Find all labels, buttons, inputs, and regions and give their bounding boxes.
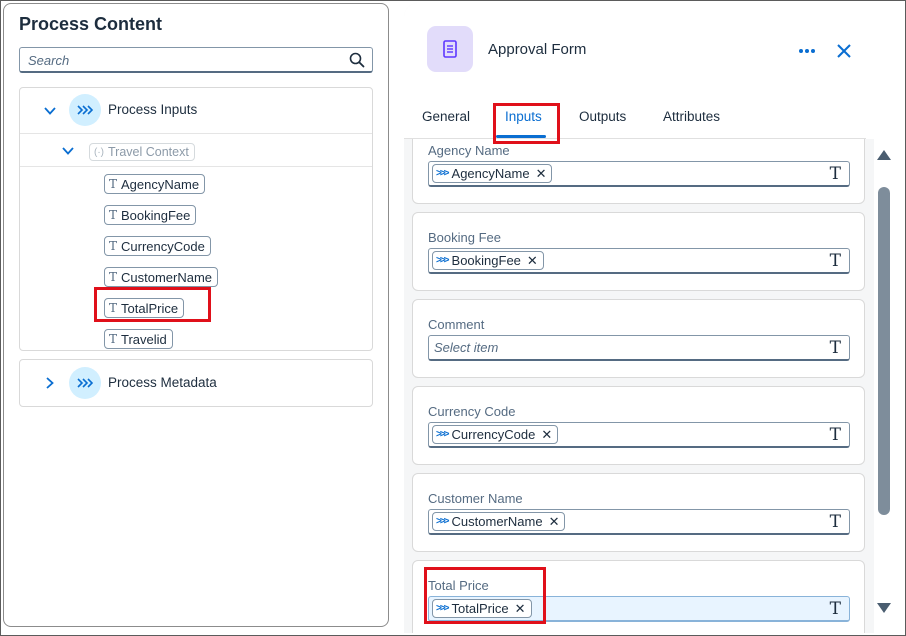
value-token[interactable]: >>> CurrencyCode ✕ (432, 425, 559, 444)
inputs-list: Agency Name >>> AgencyName ✕ T Booking F… (404, 139, 874, 633)
input-card-currency-code: Currency Code >>> CurrencyCode ✕ T (412, 386, 865, 465)
remove-token-icon[interactable]: ✕ (536, 166, 547, 182)
card-label: Customer Name (428, 491, 523, 506)
remove-token-icon[interactable]: ✕ (541, 427, 552, 443)
panel-body: Approval Form General Inputs Outputs Att… (404, 3, 894, 633)
token-label: AgencyName (451, 166, 530, 181)
token-label: CurrencyCode (451, 427, 536, 442)
tab-attributes[interactable]: Attributes (663, 109, 720, 124)
chevron-down-icon[interactable] (43, 104, 57, 118)
card-label: Booking Fee (428, 230, 501, 245)
text-type-icon: T (109, 177, 118, 191)
token-label: CustomerName (451, 514, 543, 529)
highlight-box (493, 103, 560, 144)
card-label: Currency Code (428, 404, 516, 419)
divider (20, 166, 372, 167)
comment-input[interactable]: Select item T (428, 335, 850, 361)
input-card-booking-fee: Booking Fee >>> BookingFee ✕ T (412, 212, 865, 291)
text-type-icon: T (109, 332, 118, 346)
text-type-icon: T (109, 239, 118, 253)
panel-title: Process Content (19, 14, 163, 34)
chevron-right-icon[interactable] (43, 376, 57, 390)
field-token-bookingfee[interactable]: T BookingFee (104, 205, 197, 225)
chevron-down-icon[interactable] (61, 144, 75, 158)
value-token[interactable]: >>> CustomerName ✕ (432, 512, 566, 531)
field-label: Travelid (121, 331, 167, 347)
highlight-box (424, 567, 546, 624)
card-label: Comment (428, 317, 485, 332)
highlight-box (94, 287, 211, 322)
text-type-icon[interactable]: T (830, 425, 841, 445)
tab-outputs[interactable]: Outputs (579, 109, 626, 124)
input-card-customer-name: Customer Name >>> CustomerName ✕ T (412, 473, 865, 552)
scroll-up-icon[interactable] (877, 150, 891, 160)
flow-icon: >>> (436, 429, 449, 440)
remove-token-icon[interactable]: ✕ (549, 514, 560, 530)
context-icon: (·) (94, 146, 104, 158)
divider (20, 133, 372, 134)
input-card-comment: Comment Select item T (412, 299, 865, 378)
input-card-agency-name: Agency Name >>> AgencyName ✕ T (412, 139, 865, 204)
process-metadata-icon (69, 367, 101, 399)
currency-code-input[interactable]: >>> CurrencyCode ✕ T (428, 422, 850, 448)
flow-icon: >>> (436, 255, 449, 266)
field-token-customername[interactable]: T CustomerName (104, 267, 219, 287)
text-type-icon: T (109, 208, 118, 222)
process-inputs-label[interactable]: Process Inputs (108, 102, 197, 117)
search-input[interactable]: Search (19, 47, 373, 73)
process-metadata-label[interactable]: Process Metadata (108, 375, 217, 390)
scroll-down-icon[interactable] (877, 603, 891, 613)
text-type-icon[interactable]: T (830, 599, 841, 619)
text-type-icon[interactable]: T (830, 338, 841, 358)
text-type-icon: T (109, 270, 118, 284)
process-inputs-icon (69, 94, 101, 126)
remove-token-icon[interactable]: ✕ (527, 253, 538, 269)
field-token-currencycode[interactable]: T CurrencyCode (104, 236, 211, 256)
field-label: CustomerName (121, 269, 213, 285)
booking-fee-input[interactable]: >>> BookingFee ✕ T (428, 248, 850, 274)
form-icon (427, 26, 473, 72)
travel-context-token[interactable]: (·) Travel Context (89, 143, 195, 161)
flow-icon: >>> (436, 168, 449, 179)
customer-name-input[interactable]: >>> CustomerName ✕ T (428, 509, 850, 535)
tab-general[interactable]: General (422, 109, 470, 124)
close-icon[interactable] (834, 41, 854, 61)
agency-name-input[interactable]: >>> AgencyName ✕ T (428, 161, 850, 187)
field-token-agencyname[interactable]: T AgencyName (104, 174, 206, 194)
form-title: Approval Form (488, 41, 587, 58)
token-label: BookingFee (451, 253, 521, 268)
field-token-travelid[interactable]: T Travelid (104, 329, 173, 349)
text-type-icon[interactable]: T (830, 164, 841, 184)
text-type-icon[interactable]: T (830, 251, 841, 271)
more-options-icon[interactable] (797, 41, 817, 61)
travel-context-label: Travel Context (108, 145, 189, 159)
field-label: BookingFee (121, 207, 191, 223)
scrollbar-thumb[interactable] (878, 187, 890, 515)
flow-icon: >>> (436, 516, 449, 527)
search-placeholder: Search (28, 53, 70, 68)
approval-form-panel: Approval Form General Inputs Outputs Att… (404, 3, 894, 633)
process-metadata-tree: Process Metadata (19, 359, 373, 407)
field-label: CurrencyCode (121, 238, 205, 254)
text-type-icon[interactable]: T (830, 512, 841, 532)
field-label: AgencyName (121, 176, 200, 192)
input-placeholder: Select item (434, 340, 499, 355)
value-token[interactable]: >>> AgencyName ✕ (432, 164, 553, 183)
search-icon[interactable] (349, 52, 365, 68)
card-label: Agency Name (428, 143, 510, 158)
value-token[interactable]: >>> BookingFee ✕ (432, 251, 544, 270)
